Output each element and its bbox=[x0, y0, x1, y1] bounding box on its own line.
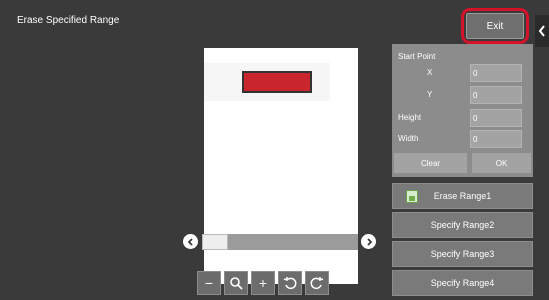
specify-range3-button[interactable]: Specify Range3 bbox=[392, 241, 533, 267]
y-label: Y bbox=[427, 90, 433, 99]
rotate-right-icon bbox=[310, 277, 324, 290]
scroll-thumb[interactable] bbox=[202, 234, 228, 250]
rotate-left-button[interactable] bbox=[278, 271, 302, 295]
range-label: Erase Range1 bbox=[433, 191, 492, 201]
rotate-right-button[interactable] bbox=[305, 271, 329, 295]
collapse-panel-tab[interactable] bbox=[535, 15, 549, 47]
zoom-out-button[interactable]: − bbox=[197, 271, 221, 295]
erase-range-box[interactable] bbox=[242, 71, 312, 93]
range-label: Specify Range4 bbox=[430, 278, 495, 288]
chevron-left-icon bbox=[187, 237, 193, 246]
ok-button[interactable]: OK bbox=[472, 153, 531, 173]
height-field[interactable]: 0 bbox=[470, 109, 522, 127]
start-point-label: Start Point bbox=[398, 52, 436, 61]
width-label: Width bbox=[398, 134, 419, 143]
plus-icon: + bbox=[258, 275, 268, 291]
range-label: Specify Range3 bbox=[430, 249, 495, 259]
rotate-left-icon bbox=[283, 277, 297, 290]
width-field[interactable]: 0 bbox=[470, 130, 522, 148]
height-label: Height bbox=[398, 113, 422, 122]
zoom-reset-button[interactable] bbox=[224, 271, 248, 295]
range-label: Specify Range2 bbox=[430, 220, 495, 230]
chevron-right-icon bbox=[366, 237, 372, 246]
x-field[interactable]: 0 bbox=[470, 64, 522, 82]
exit-button[interactable]: Exit bbox=[466, 13, 524, 39]
specify-range4-button[interactable]: Specify Range4 bbox=[392, 270, 533, 296]
specify-range2-button[interactable]: Specify Range2 bbox=[392, 212, 533, 238]
page-title: Erase Specified Range bbox=[17, 15, 120, 26]
chevron-left-icon bbox=[538, 25, 545, 37]
minus-icon: − bbox=[204, 275, 214, 291]
clear-button[interactable]: Clear bbox=[394, 153, 467, 173]
x-label: X bbox=[427, 68, 433, 77]
scroll-right-button[interactable] bbox=[361, 234, 376, 249]
document-icon bbox=[406, 190, 418, 203]
scroll-left-button[interactable] bbox=[183, 234, 198, 249]
y-field[interactable]: 0 bbox=[470, 86, 522, 104]
magnifier-icon bbox=[230, 277, 243, 290]
zoom-in-button[interactable]: + bbox=[251, 271, 275, 295]
erase-range1-button[interactable]: Erase Range1 bbox=[392, 183, 533, 209]
